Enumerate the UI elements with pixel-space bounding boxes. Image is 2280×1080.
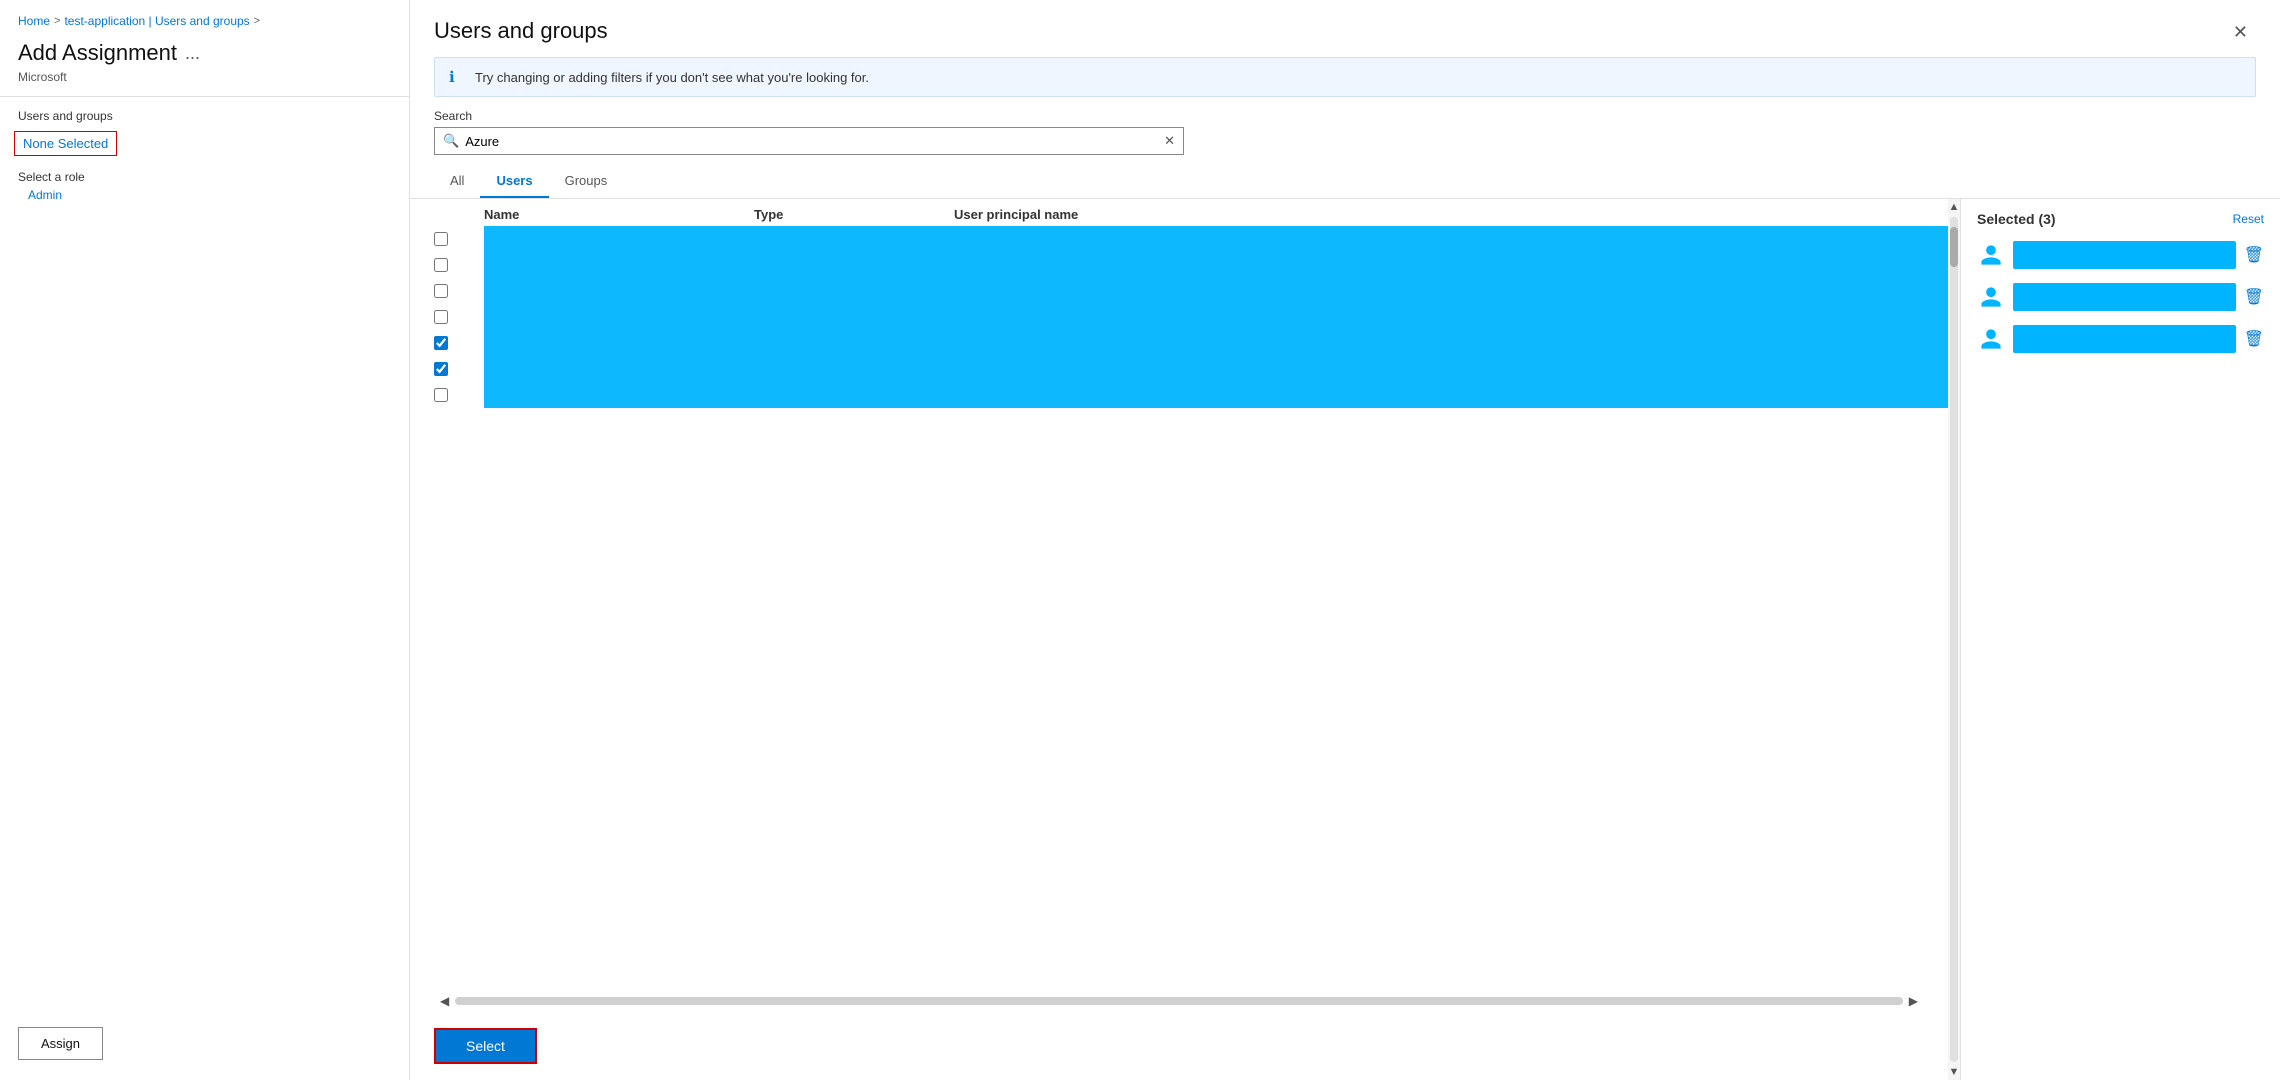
table-row	[434, 226, 1948, 252]
selected-panel: Selected (3) Reset 🗑	[1960, 199, 2280, 1080]
selected-item-1: 🗑	[1977, 237, 2264, 273]
tab-users[interactable]: Users	[480, 165, 548, 198]
selected-header: Selected (3) Reset	[1977, 211, 2264, 227]
info-text: Try changing or adding filters if you do…	[475, 70, 869, 85]
scroll-down-icon[interactable]: ▼	[1949, 1066, 1960, 1078]
delete-icon-3[interactable]: 🗑	[2244, 329, 2264, 349]
table-header: Name Type User principal name	[410, 199, 1948, 226]
content-area: Name Type User principal name	[410, 199, 2280, 1080]
table-row	[434, 304, 1948, 330]
row-check-1[interactable]	[434, 232, 474, 246]
reset-link[interactable]: Reset	[2233, 212, 2264, 226]
row-check-7[interactable]	[434, 388, 474, 402]
selected-name-bar-3	[2013, 325, 2236, 353]
checkbox-2[interactable]	[434, 258, 448, 272]
v-scroll-track[interactable]	[1950, 217, 1958, 1062]
table-section: Name Type User principal name	[410, 199, 1948, 1080]
selected-item-3: 🗑	[1977, 321, 2264, 357]
row-check-6[interactable]	[434, 362, 474, 376]
search-box: 🔍 ✕	[434, 127, 1184, 155]
table-row	[434, 278, 1948, 304]
user-icon-1	[1977, 241, 2005, 269]
checkbox-6[interactable]	[434, 362, 448, 376]
breadcrumb: Home > test-application | Users and grou…	[0, 0, 409, 32]
rows-wrapper	[434, 226, 1948, 408]
breadcrumb-app[interactable]: test-application | Users and groups	[64, 14, 249, 28]
assign-btn-area: Assign	[18, 1027, 103, 1060]
none-selected-box[interactable]: None Selected	[0, 127, 409, 164]
selected-item-2: 🗑	[1977, 279, 2264, 315]
info-banner: ℹ Try changing or adding filters if you …	[434, 57, 2256, 97]
main-title: Users and groups	[434, 18, 608, 44]
selected-title: Selected (3)	[1977, 211, 2056, 227]
table-row	[434, 330, 1948, 356]
add-assignment-title: Add Assignment	[18, 40, 177, 66]
v-scroll-thumb[interactable]	[1950, 227, 1958, 267]
row-check-4[interactable]	[434, 310, 474, 324]
panel-subtitle: Microsoft	[0, 68, 409, 96]
col-upn-header: User principal name	[954, 207, 1948, 222]
v-scrollbar-container: ▲ ▼	[1948, 199, 1960, 1080]
tab-groups[interactable]: Groups	[549, 165, 624, 198]
users-groups-label: Users and groups	[0, 97, 409, 127]
row-check-5[interactable]	[434, 336, 474, 350]
breadcrumb-home[interactable]: Home	[18, 14, 50, 28]
user-icon-3	[1977, 325, 2005, 353]
main-panel: Users and groups ✕ ℹ Try changing or add…	[410, 0, 2280, 1080]
h-scrollbar[interactable]	[455, 997, 1903, 1005]
table-row	[434, 252, 1948, 278]
breadcrumb-sep2: >	[254, 15, 260, 27]
tabs-row: All Users Groups	[410, 165, 2280, 199]
search-icon: 🔍	[443, 133, 459, 149]
assign-button[interactable]: Assign	[18, 1027, 103, 1060]
search-label: Search	[434, 109, 2256, 123]
col-type-header: Type	[754, 207, 954, 222]
info-icon: ℹ	[449, 68, 467, 86]
delete-icon-1[interactable]: 🗑	[2244, 245, 2264, 265]
h-scrollbar-area: ◀ ▶	[410, 990, 1948, 1012]
scroll-up-icon[interactable]: ▲	[1949, 201, 1960, 213]
select-button[interactable]: Select	[434, 1028, 537, 1064]
table-row	[434, 356, 1948, 382]
user-icon-2	[1977, 283, 2005, 311]
delete-icon-2[interactable]: 🗑	[2244, 287, 2264, 307]
search-input[interactable]	[465, 134, 1158, 149]
checkbox-4[interactable]	[434, 310, 448, 324]
col-name-header: Name	[474, 207, 754, 222]
row-check-2[interactable]	[434, 258, 474, 272]
left-panel: Home > test-application | Users and grou…	[0, 0, 410, 1080]
selected-name-bar-1	[2013, 241, 2236, 269]
main-header: Users and groups ✕	[410, 0, 2280, 57]
more-options-icon[interactable]: ...	[185, 43, 200, 64]
table-rows-container	[410, 226, 1948, 990]
tab-all[interactable]: All	[434, 165, 480, 198]
panel-title: Add Assignment ...	[0, 32, 409, 68]
checkbox-5[interactable]	[434, 336, 448, 350]
bottom-bar: Select	[410, 1012, 1948, 1080]
admin-link[interactable]: Admin	[0, 186, 409, 210]
select-role-label: Select a role	[0, 164, 409, 186]
none-selected-text: None Selected	[23, 136, 108, 151]
search-area: Search 🔍 ✕	[410, 109, 2280, 165]
scroll-left-icon[interactable]: ◀	[434, 994, 455, 1008]
checkbox-7[interactable]	[434, 388, 448, 402]
checkbox-1[interactable]	[434, 232, 448, 246]
breadcrumb-sep1: >	[54, 15, 60, 27]
clear-search-icon[interactable]: ✕	[1164, 133, 1175, 149]
scroll-right-icon[interactable]: ▶	[1903, 994, 1924, 1008]
close-button[interactable]: ✕	[2225, 18, 2256, 47]
checkbox-3[interactable]	[434, 284, 448, 298]
table-row	[434, 382, 1948, 408]
row-check-3[interactable]	[434, 284, 474, 298]
selected-name-bar-2	[2013, 283, 2236, 311]
